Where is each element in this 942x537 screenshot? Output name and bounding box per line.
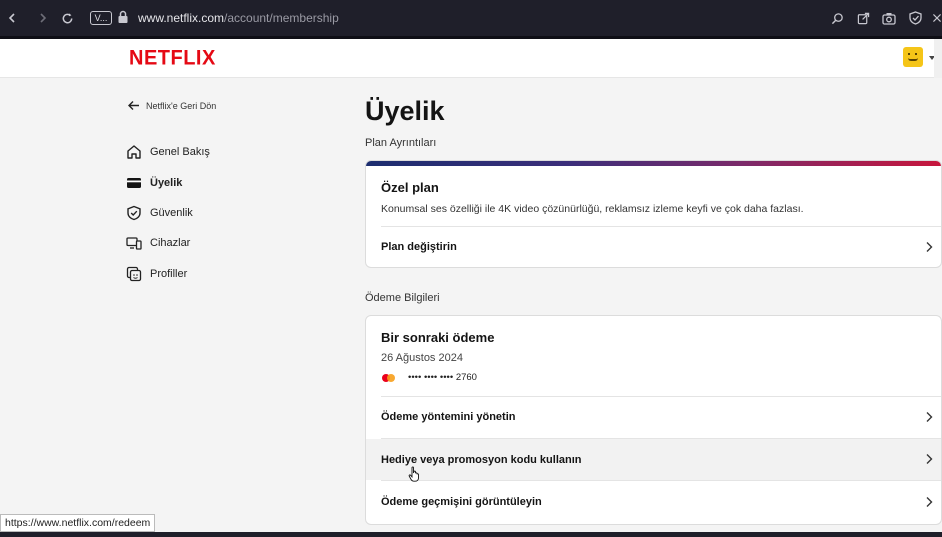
- redeem-gift-button[interactable]: Hediye veya promosyon kodu kullanın: [366, 439, 941, 480]
- sidebar-item-label: Profiller: [150, 268, 188, 280]
- sidebar-item-label: Güvenlik: [150, 207, 193, 219]
- change-plan-button[interactable]: Plan değiştirin: [366, 227, 941, 267]
- sidebar-item-profiles[interactable]: Profiller: [126, 266, 187, 282]
- plan-gradient-bar: [366, 161, 941, 166]
- reload-icon[interactable]: [58, 9, 76, 27]
- plan-card: Özel plan Konumsal ses özelliği ile 4K v…: [365, 160, 942, 268]
- url-path: /account/membership: [224, 11, 339, 25]
- back-to-netflix-link[interactable]: Netflix'e Geri Dön: [127, 99, 216, 112]
- camera-icon[interactable]: [880, 9, 898, 27]
- manage-payment-button[interactable]: Ödeme yöntemini yönetin: [366, 397, 941, 437]
- chevron-right-icon: [926, 497, 933, 507]
- divider: [381, 480, 941, 481]
- payment-history-button[interactable]: Ödeme geçmişini görüntüleyin: [366, 482, 941, 522]
- url-host: www.netflix.com: [138, 11, 225, 25]
- status-bar-url: https://www.netflix.com/redeem: [0, 514, 156, 532]
- next-payment-date: 26 Ağustos 2024: [381, 352, 463, 364]
- chevron-right-icon: [926, 412, 933, 422]
- sidebar-item-overview[interactable]: Genel Bakış: [126, 144, 210, 160]
- search-icon[interactable]: [828, 9, 846, 27]
- change-plan-label: Plan değiştirin: [381, 241, 457, 253]
- sidebar-item-label: Cihazlar: [150, 237, 191, 249]
- devices-icon: [126, 237, 142, 250]
- share-icon[interactable]: [854, 9, 872, 27]
- redeem-gift-label: Hediye veya promosyon kodu kullanın: [381, 453, 582, 466]
- payment-history-label: Ödeme geçmişini görüntüleyin: [381, 496, 542, 508]
- tab-chip[interactable]: V...: [90, 11, 112, 25]
- back-link-label: Netflix'e Geri Dön: [146, 100, 217, 111]
- page-title: Üyelik: [365, 96, 445, 126]
- manage-payment-label: Ödeme yöntemini yönetin: [381, 411, 516, 423]
- chevron-right-icon: [926, 242, 933, 252]
- shield-icon: [127, 205, 141, 221]
- card-number: •••• •••• •••• 2760: [408, 372, 477, 383]
- mastercard-icon: [381, 373, 396, 383]
- hand-cursor-icon: [408, 466, 419, 482]
- avatar[interactable]: [903, 47, 923, 67]
- profiles-icon: [126, 266, 142, 282]
- address-bar[interactable]: www.netflix.com/account/membership: [138, 11, 339, 25]
- sidebar-item-membership[interactable]: Üyelik: [126, 175, 182, 191]
- shield-icon[interactable]: [906, 9, 924, 27]
- plan-section-label: Plan Ayrıntıları: [365, 137, 437, 149]
- home-icon: [127, 145, 141, 159]
- lock-icon[interactable]: [117, 10, 129, 24]
- plan-description: Konumsal ses özelliği ile 4K video çözün…: [381, 203, 804, 215]
- card-icon: [127, 178, 141, 188]
- sidebar-item-security[interactable]: Güvenlik: [126, 205, 193, 221]
- payment-section-label: Ödeme Bilgileri: [365, 292, 440, 304]
- next-payment-label: Bir sonraki ödeme: [381, 330, 495, 345]
- back-icon[interactable]: [3, 9, 21, 27]
- payment-card-info: •••• •••• •••• 2760: [381, 372, 477, 383]
- extension-icon[interactable]: [932, 9, 942, 27]
- sidebar-item-label: Üyelik: [150, 177, 183, 189]
- site-header: NETFLIX: [0, 39, 942, 78]
- arrow-left-icon: [128, 101, 139, 110]
- payment-card: Bir sonraki ödeme 26 Ağustos 2024 •••• •…: [365, 315, 942, 525]
- plan-name: Özel plan: [381, 180, 439, 195]
- chevron-right-icon: [926, 454, 933, 464]
- sidebar-item-devices[interactable]: Cihazlar: [126, 235, 190, 251]
- scrollbar[interactable]: [934, 39, 942, 78]
- netflix-logo[interactable]: NETFLIX: [129, 46, 216, 70]
- taskbar-edge: [0, 532, 942, 537]
- forward-icon[interactable]: [34, 9, 52, 27]
- sidebar-item-label: Genel Bakış: [150, 146, 210, 158]
- browser-toolbar: V... www.netflix.com/account/membership: [0, 0, 942, 36]
